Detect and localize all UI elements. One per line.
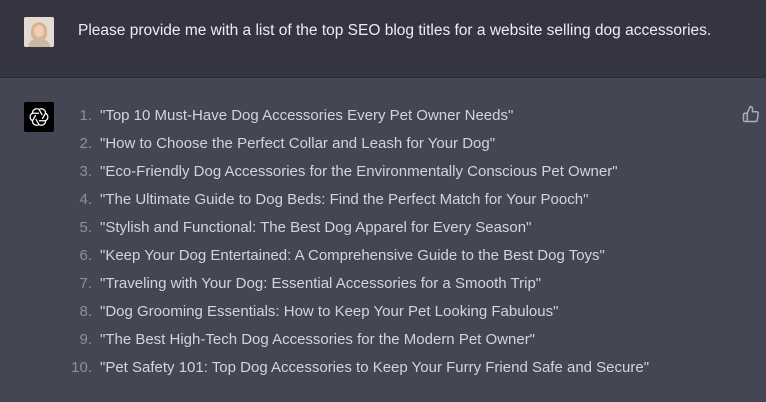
list-item-number: 6. — [79, 247, 92, 264]
list-item-text: "Keep Your Dog Entertained: A Comprehens… — [100, 247, 605, 264]
list-item-text: "Dog Grooming Essentials: How to Keep Yo… — [100, 303, 559, 320]
list-item: 3. "Eco-Friendly Dog Accessories for the … — [60, 162, 649, 190]
user-avatar — [24, 17, 54, 47]
list-item-text: "The Best High-Tech Dog Accessories for … — [100, 331, 536, 348]
list-item-text: "Pet Safety 101: Top Dog Accessories to … — [100, 359, 650, 376]
list-item: 5. "Stylish and Functional: The Best Dog … — [60, 218, 649, 246]
list-item-number: 9. — [79, 331, 92, 348]
list-item: 10. "Pet Safety 101: Top Dog Accessories … — [60, 358, 649, 386]
list-item-number: 4. — [79, 191, 92, 208]
user-message-text: Please provide me with a list of the top… — [78, 22, 712, 39]
list-item-number: 2. — [79, 135, 92, 152]
list-item-text: "Eco-Friendly Dog Accessories for the En… — [100, 163, 618, 180]
list-item: 4. "The Ultimate Guide to Dog Beds: Find … — [60, 190, 649, 218]
list-item: 9. "The Best High-Tech Dog Accessories fo… — [60, 330, 649, 358]
assistant-message-row: 1. "Top 10 Must-Have Dog Accessories Ever… — [0, 78, 766, 402]
list-item-number: 7. — [79, 275, 92, 292]
list-item: 2. "How to Choose the Perfect Collar and … — [60, 134, 649, 162]
list-item-number: 10. — [71, 359, 92, 376]
answer-list: 1. "Top 10 Must-Have Dog Accessories Ever… — [60, 106, 649, 386]
list-item: 1. "Top 10 Must-Have Dog Accessories Ever… — [60, 106, 649, 134]
list-item-text: "The Ultimate Guide to Dog Beds: Find th… — [100, 191, 589, 208]
list-item: 8. "Dog Grooming Essentials: How to Keep … — [60, 302, 649, 330]
list-item-number: 1. — [79, 107, 92, 124]
list-item-text: "Top 10 Must-Have Dog Accessories Every … — [100, 107, 514, 124]
openai-logo-icon — [24, 102, 54, 132]
list-item-text: "Stylish and Functional: The Best Dog Ap… — [100, 219, 532, 236]
list-item-number: 5. — [79, 219, 92, 236]
user-message-row: Please provide me with a list of the top… — [0, 0, 766, 78]
list-item-text: "Traveling with Your Dog: Essential Acce… — [100, 275, 542, 292]
list-item: 6. "Keep Your Dog Entertained: A Comprehe… — [60, 246, 649, 274]
list-item-number: 8. — [79, 303, 92, 320]
list-item: 7. "Traveling with Your Dog: Essential Ac… — [60, 274, 649, 302]
list-item-number: 3. — [79, 163, 92, 180]
thumbs-up-icon[interactable] — [742, 105, 760, 123]
list-item-text: "How to Choose the Perfect Collar and Le… — [100, 135, 496, 152]
